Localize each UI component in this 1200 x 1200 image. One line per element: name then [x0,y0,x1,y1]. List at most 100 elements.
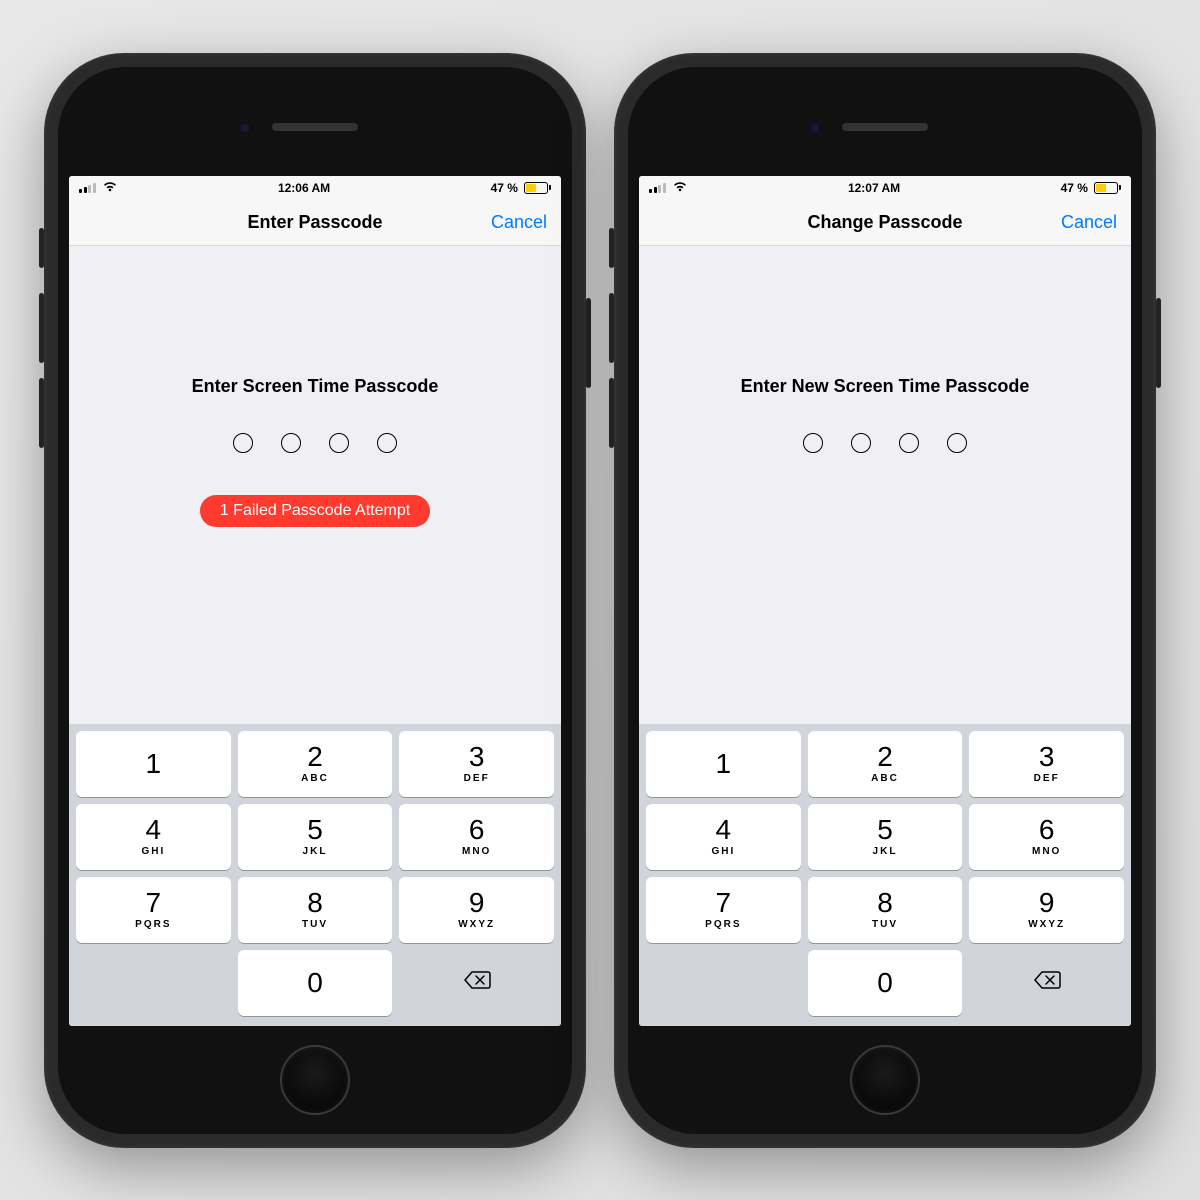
keypad-key-letters: DEF [464,773,490,784]
passcode-prompt: Enter New Screen Time Passcode [741,376,1030,397]
keypad-key-letters: GHI [141,846,165,857]
volume-down-button [39,378,44,448]
keypad-key-1[interactable]: 1 [646,731,801,797]
phone-top-bezel [639,78,1131,176]
volume-up-button [609,293,614,363]
keypad-key-number: 5 [307,816,323,844]
keypad-key-9[interactable]: 9WXYZ [399,877,554,943]
keypad-key-number: 4 [146,816,162,844]
keypad-key-5[interactable]: 5 JKL [238,804,393,870]
home-button[interactable] [280,1045,350,1115]
phone-mockup-left: 12:06 AM 47 % Enter Passcode Cancel Ente… [44,53,586,1148]
keypad-key-1[interactable]: 1 [76,731,231,797]
keypad-key-letters: WXYZ [1028,919,1065,930]
keypad-key-letters: ABC [301,773,329,784]
status-time: 12:06 AM [278,181,330,195]
keypad-key-3[interactable]: 3 DEF [969,731,1124,797]
numeric-keypad: 1 2ABC 3 DEF 4GHI 5 JKL 6MNO 7 PQRS 8 TUV 9 WXYZ 0 [639,724,1131,1026]
cancel-button[interactable]: Cancel [491,212,547,233]
keypad-key-4[interactable]: 4 GHI [76,804,231,870]
front-camera [809,122,821,134]
numeric-keypad: 1 2 ABC 3 DEF 4 GHI 5 JKL 6 MNO 7 PQRS 8TUV9WXYZ0 [69,724,561,1026]
keypad-key-letters: MNO [462,846,491,857]
keypad-key-number: 6 [469,816,485,844]
mute-switch [39,228,44,268]
navigation-bar: Enter Passcode Cancel [69,200,561,246]
battery-percent: 47 % [491,181,518,195]
backspace-icon [1033,970,1061,995]
backspace-icon [463,970,491,995]
keypad-key-letters: MNO [1032,846,1061,857]
battery-icon [524,182,551,194]
keypad-key-number: 1 [716,750,732,778]
nav-title: Enter Passcode [247,212,382,233]
status-bar: 12:07 AM 47 % [639,176,1131,200]
screen: 12:07 AM 47 % Change Passcode Cancel Ent… [639,176,1131,1026]
keypad-key-5[interactable]: 5 JKL [808,804,963,870]
keypad-key-letters: PQRS [705,919,741,930]
passcode-dot [851,433,871,453]
nav-title: Change Passcode [807,212,962,233]
keypad-key-0[interactable]: 0 [808,950,963,1016]
passcode-dots [803,433,967,453]
keypad-key-number: 5 [877,816,893,844]
keypad-key-letters: GHI [711,846,735,857]
cancel-button[interactable]: Cancel [1061,212,1117,233]
keypad-key-7[interactable]: 7 PQRS [646,877,801,943]
keypad-key-number: 9 [1039,889,1055,917]
keypad-key-number: 1 [146,750,162,778]
keypad-key-letters: PQRS [135,919,171,930]
earpiece-speaker [842,123,928,131]
keypad-key-number: 7 [146,889,162,917]
passcode-dot [233,433,253,453]
keypad-key-2[interactable]: 2 ABC [238,731,393,797]
keypad-key-number: 3 [469,743,485,771]
cellular-signal-icon [649,182,666,193]
mute-switch [609,228,614,268]
passcode-dot [899,433,919,453]
keypad-key-number: 8 [877,889,893,917]
volume-up-button [39,293,44,363]
power-button [586,298,591,388]
keypad-key-letters: JKL [873,846,898,857]
passcode-dots [233,433,397,453]
keypad-key-6[interactable]: 6MNO [969,804,1124,870]
keypad-key-0[interactable]: 0 [238,950,393,1016]
phone-bottom-bezel [69,1026,561,1134]
cellular-signal-icon [79,182,96,193]
passcode-content: Enter Screen Time Passcode 1 Failed Pass… [69,246,561,724]
keypad-key-3[interactable]: 3 DEF [399,731,554,797]
keypad-key-number: 2 [307,743,323,771]
power-button [1156,298,1161,388]
keypad-key-number: 3 [1039,743,1055,771]
keypad-key-letters: DEF [1034,773,1060,784]
volume-down-button [609,378,614,448]
keypad-delete-button[interactable] [969,950,1124,1016]
keypad-key-number: 8 [307,889,323,917]
keypad-key-letters: JKL [303,846,328,857]
battery-icon [1094,182,1121,194]
battery-percent: 47 % [1061,181,1088,195]
keypad-key-letters: TUV [872,919,898,930]
keypad-key-8[interactable]: 8TUV [238,877,393,943]
phone-top-bezel [69,78,561,176]
keypad-key-2[interactable]: 2ABC [808,731,963,797]
keypad-key-8[interactable]: 8 TUV [808,877,963,943]
keypad-blank [646,950,801,1016]
home-button[interactable] [850,1045,920,1115]
keypad-key-number: 7 [716,889,732,917]
front-camera [239,122,251,134]
keypad-key-9[interactable]: 9 WXYZ [969,877,1124,943]
status-time: 12:07 AM [848,181,900,195]
wifi-icon [102,180,118,195]
keypad-key-6[interactable]: 6 MNO [399,804,554,870]
passcode-dot [947,433,967,453]
wifi-icon [672,180,688,195]
phone-mockup-right: 12:07 AM 47 % Change Passcode Cancel Ent… [614,53,1156,1148]
keypad-key-number: 0 [877,969,893,997]
phone-bottom-bezel [639,1026,1131,1134]
keypad-key-4[interactable]: 4GHI [646,804,801,870]
keypad-key-7[interactable]: 7 PQRS [76,877,231,943]
keypad-blank [76,950,231,1016]
keypad-delete-button[interactable] [399,950,554,1016]
